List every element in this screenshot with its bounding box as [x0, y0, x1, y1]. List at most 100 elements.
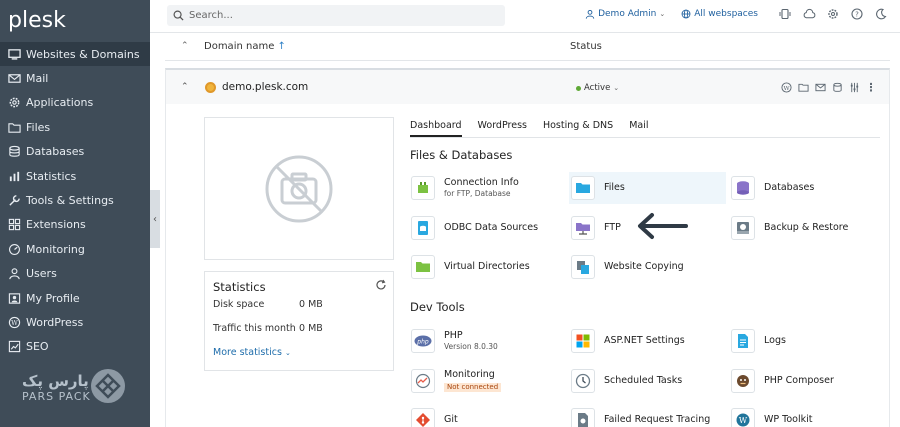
sidebar-item-wordpress[interactable]: W WordPress [0, 310, 150, 334]
domain-details-panel: Statistics Disk space 0 MB Traffic this … [165, 104, 890, 427]
sidebar-item-databases[interactable]: Databases [0, 140, 150, 164]
tab-wordpress[interactable]: WordPress [478, 120, 527, 137]
help-icon[interactable]: ? [850, 7, 864, 21]
sidebar-item-users[interactable]: Users [0, 262, 150, 286]
database-icon[interactable] [831, 81, 843, 93]
user-menu[interactable]: Demo Admin ⌄ [585, 9, 665, 19]
tool-aspnet[interactable]: ASP.NET Settings [569, 325, 719, 357]
plesk-logo[interactable]: plesk [8, 8, 66, 33]
sidebar-item-tools-settings[interactable]: Tools & Settings [0, 188, 150, 212]
svg-text:?: ? [855, 11, 859, 19]
tool-website-copying[interactable]: Website Copying [569, 251, 719, 283]
copy-icon [571, 255, 595, 279]
site-preview[interactable] [204, 117, 394, 260]
sidebar-item-websites-domains[interactable]: Websites & Domains [0, 42, 150, 67]
tool-label: Logs [764, 335, 786, 347]
sidebar-item-statistics[interactable]: Statistics [0, 164, 150, 188]
wordpress-icon[interactable]: W [780, 81, 792, 93]
row-actions: W ⋮ [780, 81, 877, 94]
tab-dashboard[interactable]: Dashboard [410, 120, 462, 137]
sidebar-item-extensions[interactable]: Extensions [0, 213, 150, 237]
tab-mail[interactable]: Mail [629, 120, 648, 137]
refresh-icon[interactable] [375, 279, 387, 291]
tool-databases[interactable]: Databases [729, 172, 879, 204]
sidebar-item-label: Extensions [26, 218, 86, 232]
tool-label: FTP [604, 222, 621, 234]
sidebar-item-files[interactable]: Files [0, 115, 150, 139]
ftp-folder-icon [571, 216, 595, 240]
tool-monitoring[interactable]: Monitoring Not connected [409, 365, 559, 397]
more-vertical-icon[interactable]: ⋮ [865, 81, 877, 94]
traffic-value: 0 MB [299, 323, 323, 334]
tool-label: Connection Info [444, 177, 519, 189]
search-box[interactable] [167, 5, 505, 26]
sidebar-item-label: Statistics [26, 169, 77, 183]
collapse-all-icon[interactable]: ⌃ [181, 41, 189, 51]
clock-icon [571, 369, 595, 393]
composer-icon [731, 369, 755, 393]
more-statistics-link[interactable]: More statistics ⌄ [213, 347, 291, 358]
parspack-logo-icon [91, 369, 125, 403]
sidebar-item-seo[interactable]: SEO [0, 335, 150, 359]
tool-php-composer[interactable]: PHP Composer [729, 365, 879, 397]
status-badge[interactable]: Active ⌄ [576, 83, 619, 93]
chevron-up-icon[interactable]: ⌃ [181, 82, 189, 92]
tool-scheduled-tasks[interactable]: Scheduled Tasks [569, 365, 719, 397]
tool-wp-toolkit[interactable]: W WP Toolkit [729, 404, 879, 427]
tab-hosting-dns[interactable]: Hosting & DNS [543, 120, 613, 137]
tool-label: PHP Composer [764, 375, 834, 387]
section-files-databases: Files & Databases [410, 148, 513, 162]
sidebar-item-label: Monitoring [26, 242, 85, 256]
tool-backup-restore[interactable]: Backup & Restore [729, 212, 879, 244]
sidebar-item-label: Databases [26, 145, 85, 159]
divider [165, 60, 890, 61]
domain-tabs: Dashboard WordPress Hosting & DNS Mail [410, 120, 880, 138]
tool-sublabel: for FTP, Database [444, 189, 511, 199]
column-domain-name[interactable]: Domain name ↑ [204, 41, 286, 52]
sidebar-item-mail[interactable]: Mail [0, 66, 150, 90]
cloud-icon[interactable] [802, 7, 816, 21]
tool-label: Scheduled Tasks [604, 375, 683, 387]
traffic-label: Traffic this month [213, 323, 296, 334]
domain-name[interactable]: demo.plesk.com [222, 81, 308, 93]
tool-connection-info[interactable]: Connection Info for FTP, Database [409, 172, 559, 204]
stats-icon [8, 170, 21, 183]
tool-odbc[interactable]: ODBC Data Sources [409, 212, 559, 244]
tool-label: Files [604, 182, 625, 194]
search-input[interactable] [189, 10, 489, 21]
folder-icon[interactable] [797, 81, 809, 93]
tool-label: Git [444, 414, 458, 426]
arrow-left-icon [638, 213, 688, 239]
sliders-icon[interactable] [848, 81, 860, 93]
sidebar-item-monitoring[interactable]: Monitoring [0, 237, 150, 261]
sidebar-item-applications[interactable]: Applications [0, 91, 150, 115]
plug-icon [411, 176, 435, 200]
tool-virtual-directories[interactable]: Virtual Directories [409, 251, 559, 283]
topbar-actions: Demo Admin ⌄ All webspaces ? [585, 7, 888, 21]
user-icon [585, 9, 595, 19]
domain-table-header: ⌃ Domain name ↑ Status [165, 36, 890, 60]
user-icon [8, 267, 21, 280]
chevron-down-icon: ⌄ [613, 84, 620, 92]
mail-icon[interactable] [814, 81, 826, 93]
windows-icon [571, 329, 595, 353]
sidebar-item-my-profile[interactable]: My Profile [0, 286, 150, 310]
chevron-down-icon: ⌄ [284, 349, 291, 357]
status-dot [576, 85, 581, 91]
settings-icon[interactable] [826, 7, 840, 21]
monitoring-icon [411, 369, 435, 393]
domain-row[interactable]: ⌃ demo.plesk.com Active ⌄ W ⋮ [165, 68, 890, 104]
tool-sublabel: Version 8.0.30 [444, 342, 498, 352]
user-name: Demo Admin [598, 9, 657, 19]
chevron-down-icon: ⌄ [659, 10, 666, 18]
webspaces-menu[interactable]: All webspaces [681, 9, 758, 19]
tool-git[interactable]: Git [409, 404, 559, 427]
mobile-icon[interactable] [778, 7, 792, 21]
tool-files[interactable]: Files [569, 172, 726, 204]
tool-php[interactable]: php PHP Version 8.0.30 [409, 325, 559, 357]
tool-failed-request-tracing[interactable]: Failed Request Tracing [569, 404, 719, 427]
dark-mode-icon[interactable] [874, 7, 888, 21]
tool-logs[interactable]: Logs [729, 325, 879, 357]
sidebar-collapse-handle[interactable]: ‹ [150, 190, 160, 248]
tool-label: ASP.NET Settings [604, 335, 685, 347]
